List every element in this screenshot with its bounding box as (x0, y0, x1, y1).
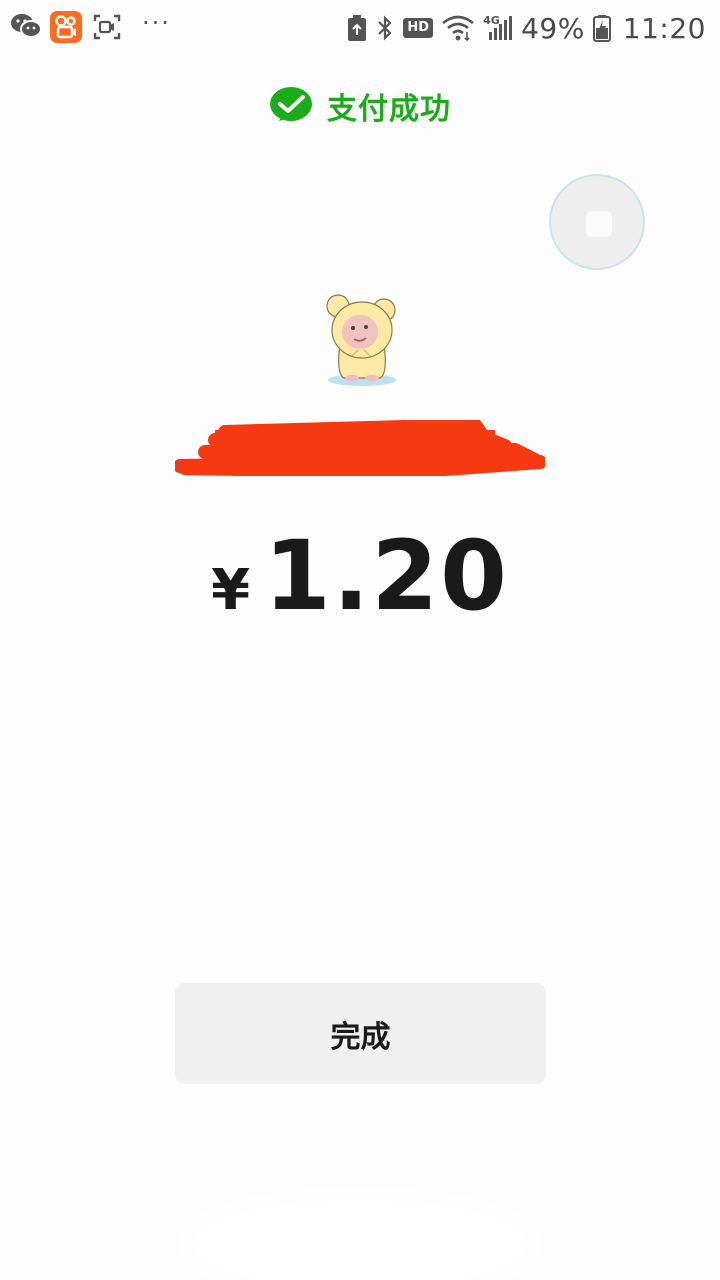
currency-symbol: ¥ (211, 558, 251, 623)
status-bar: ··· HD 4G 49% 11:20 (0, 0, 720, 56)
redacted-payee-name (175, 420, 545, 476)
clock-time: 11:20 (622, 11, 706, 45)
hd-voice-badge: HD (403, 18, 434, 38)
wifi-icon (442, 15, 474, 42)
done-button[interactable]: 完成 (175, 983, 546, 1084)
cellular-signal-icon: 4G (483, 14, 513, 42)
payment-amount: ¥ 1.20 (0, 520, 720, 632)
payment-success-title: 支付成功 (327, 92, 451, 127)
battery-charging-icon (592, 15, 611, 42)
payee-avatar (326, 294, 396, 386)
bluetooth-icon (378, 15, 392, 41)
floating-button-icon (586, 211, 612, 237)
floating-assistive-button[interactable] (549, 174, 645, 270)
wechat-pay-check-icon (270, 87, 312, 121)
wechat-icon (11, 14, 42, 38)
more-notifications-icon: ··· (142, 9, 171, 37)
status-indicators: HD 4G 49% 11:20 (347, 10, 706, 46)
battery-saver-icon (348, 15, 367, 41)
amount-value: 1.20 (264, 520, 509, 632)
payment-success-header: 支付成功 (0, 84, 720, 128)
home-gesture-hint (200, 1214, 520, 1274)
screen-record-icon (93, 14, 121, 40)
battery-percent: 49% (521, 11, 585, 45)
kuaishou-icon (50, 11, 82, 43)
